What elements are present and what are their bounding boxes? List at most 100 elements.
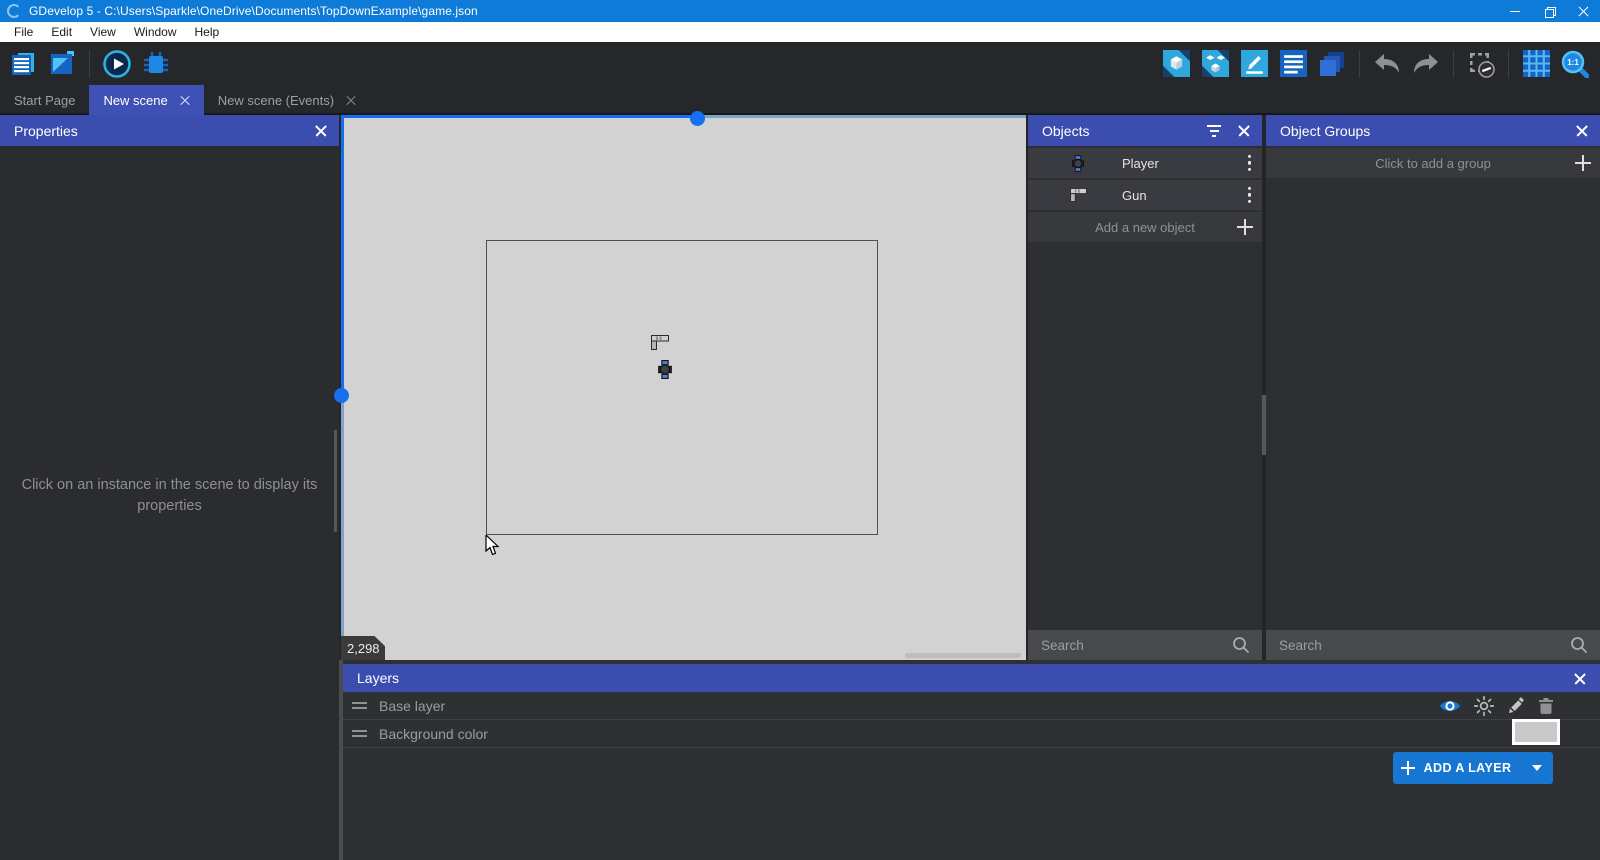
undo-button[interactable]: [1372, 49, 1402, 79]
chevron-down-icon: [1531, 765, 1542, 771]
object-groups-icon: [1201, 50, 1229, 77]
add-group-row[interactable]: Click to add a group: [1266, 148, 1600, 178]
drag-handle-icon[interactable]: [352, 730, 367, 737]
menu-file[interactable]: File: [5, 22, 42, 42]
object-row-player[interactable]: Player: [1028, 148, 1262, 178]
open-layers-editor-button[interactable]: [1317, 49, 1347, 79]
svg-text:1:1: 1:1: [1567, 58, 1579, 67]
restore-icon: [1544, 6, 1556, 18]
zoom-one-to-one-icon: 1:1: [1561, 50, 1589, 78]
layer-effects-icon[interactable]: [1474, 695, 1494, 716]
open-properties-button[interactable]: [1239, 49, 1269, 79]
search-icon: [1233, 637, 1250, 654]
close-objects-icon[interactable]: [1238, 125, 1250, 137]
open-object-groups-button[interactable]: [1200, 49, 1230, 79]
objects-panel: Objects Player Gun Add a new object Sear…: [1028, 115, 1262, 660]
layer-row-base[interactable]: Base layer: [343, 692, 1600, 720]
start-page-button[interactable]: [47, 49, 77, 79]
groups-search-input[interactable]: [1266, 637, 1570, 653]
open-instances-list-button[interactable]: [1278, 49, 1308, 79]
debug-icon: [144, 51, 168, 73]
properties-pencil-icon: [1240, 50, 1268, 77]
toolbar-separator: [1453, 49, 1454, 78]
scene-canvas[interactable]: 2,298: [334, 111, 1026, 660]
debug-button[interactable]: [141, 49, 171, 79]
zoom-reset-button[interactable]: 1:1: [1560, 49, 1590, 79]
close-properties-icon[interactable]: [315, 125, 327, 137]
drag-handle-icon[interactable]: [352, 702, 367, 709]
add-group-label: Click to add a group: [1375, 155, 1491, 171]
tab-label: Start Page: [14, 92, 76, 108]
add-layer-button[interactable]: ADD A LAYER: [1393, 752, 1553, 784]
panel-divider: [1026, 115, 1028, 660]
undo-icon: [1375, 53, 1399, 73]
minimize-button[interactable]: [1498, 0, 1532, 22]
toolbar-separator: [1508, 49, 1509, 78]
play-icon: [103, 49, 131, 78]
tabbar: Start Page New scene New scene (Events): [0, 85, 1600, 115]
player-thumbnail-icon: [1072, 154, 1084, 172]
gun-thumbnail-icon: [1069, 188, 1087, 202]
gdevelop-logo-icon: [7, 4, 21, 18]
deselect-instances-button[interactable]: [1466, 49, 1496, 79]
object-menu-icon[interactable]: [1246, 185, 1253, 205]
canvas-vscrollbar[interactable]: [341, 115, 344, 391]
canvas-vscrollbar[interactable]: [341, 391, 344, 660]
project-manager-button[interactable]: [8, 49, 38, 79]
objects-panel-title: Objects: [1042, 122, 1090, 139]
mouse-cursor-icon: [485, 535, 500, 556]
object-name: Player: [1122, 155, 1159, 171]
toggle-grid-button[interactable]: [1521, 49, 1551, 79]
add-new-object-row[interactable]: Add a new object: [1028, 212, 1262, 242]
toolbar-right-group: 1:1: [1161, 49, 1590, 79]
layer-edit-pencil-icon[interactable]: [1507, 696, 1525, 715]
tab-close-icon[interactable]: [346, 95, 356, 105]
close-button[interactable]: [1566, 0, 1600, 22]
player-sprite-icon: [658, 360, 672, 379]
gun-instance[interactable]: [651, 335, 669, 355]
background-color-swatch[interactable]: [1512, 719, 1560, 745]
menu-help[interactable]: Help: [186, 22, 229, 42]
menu-view[interactable]: View: [81, 22, 125, 42]
close-object-groups-icon[interactable]: [1576, 125, 1588, 137]
tab-start-page[interactable]: Start Page: [0, 85, 89, 115]
panel-scrollbar-thumb[interactable]: [1262, 395, 1266, 455]
layer-row-background-color[interactable]: Background color: [343, 719, 1600, 748]
add-new-object-label: Add a new object: [1095, 219, 1195, 235]
panel-divider: [339, 660, 343, 860]
plus-icon[interactable]: [1575, 155, 1591, 171]
toolbar-separator: [1359, 49, 1360, 78]
canvas-hscrollbar-thumb[interactable]: [690, 111, 705, 126]
player-instance[interactable]: [658, 360, 672, 384]
menu-edit[interactable]: Edit: [42, 22, 81, 42]
tab-close-icon[interactable]: [180, 95, 190, 105]
play-preview-button[interactable]: [102, 49, 132, 79]
tab-new-scene[interactable]: New scene: [89, 85, 204, 115]
layer-delete-trash-icon[interactable]: [1538, 697, 1554, 715]
open-objects-editor-button[interactable]: [1161, 49, 1191, 79]
filter-icon[interactable]: [1206, 124, 1222, 137]
object-menu-icon[interactable]: [1246, 153, 1253, 173]
canvas-hscrollbar[interactable]: [341, 115, 693, 118]
tab-new-scene-events[interactable]: New scene (Events): [204, 85, 370, 115]
canvas-hscrollbar[interactable]: [693, 115, 1026, 118]
marquee-deselect-icon: [1470, 52, 1495, 78]
layers-panel-header: Layers: [343, 664, 1600, 692]
menu-window[interactable]: Window: [125, 22, 186, 42]
close-layers-icon[interactable]: [1574, 672, 1586, 684]
restore-button[interactable]: [1532, 0, 1566, 22]
layer-visibility-eye-icon[interactable]: [1439, 698, 1461, 714]
plus-icon[interactable]: [1237, 219, 1253, 235]
start-page-icon: [51, 50, 74, 74]
redo-button[interactable]: [1411, 49, 1441, 79]
properties-scrollbar-thumb[interactable]: [334, 430, 337, 532]
objects-search-input[interactable]: [1028, 637, 1232, 653]
object-row-gun[interactable]: Gun: [1028, 180, 1262, 210]
layers-editor-icon: [1320, 51, 1344, 76]
toolbar-separator: [89, 49, 90, 78]
canvas-vscrollbar-thumb[interactable]: [334, 388, 349, 403]
add-layer-dropdown[interactable]: [1519, 752, 1553, 784]
tab-label: New scene: [103, 92, 168, 108]
layer-name: Background color: [379, 725, 488, 742]
canvas-bottom-scrollbar-thumb[interactable]: [905, 653, 1021, 658]
